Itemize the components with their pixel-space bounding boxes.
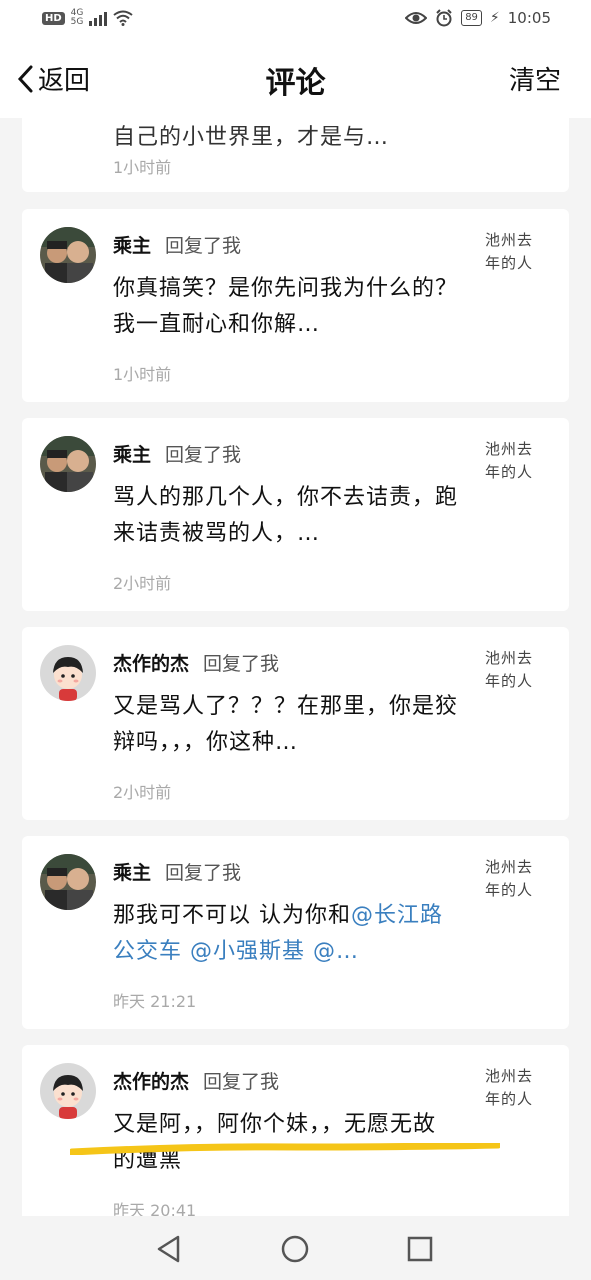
comment-card[interactable]: 乘主 回复了我 那我可不可以 认为你和@长江路公交车 @小强斯基 @… 昨天 2…	[22, 836, 569, 1029]
comment-content: 骂人的那几个人，你不去诘责，跑来诘责被骂的人，…	[113, 485, 459, 546]
comment-card[interactable]: 杰作的杰 回复了我 又是骂人了？？？在那里，你是狡辩吗，，，你这种… 2小时前 …	[22, 627, 569, 820]
avatar[interactable]	[40, 436, 96, 492]
nav-home-icon[interactable]	[280, 1234, 310, 1264]
header: 返回 评论 清空	[0, 42, 591, 118]
eye-icon	[405, 12, 428, 24]
page-title: 评论	[265, 66, 326, 101]
comment-card[interactable]: 乘主 回复了我 骂人的那几个人，你不去诘责，跑来诘责被骂的人，… 2小时前 池州…	[22, 418, 569, 611]
comment-content: 你真搞笑？是你先问我为什么的？我一直耐心和你解…	[113, 276, 459, 337]
alarm-icon	[436, 9, 452, 27]
user-name[interactable]: 乘主	[113, 440, 151, 467]
avatar[interactable]	[40, 854, 96, 910]
comment-card[interactable]: 乘主 回复了我 你真搞笑？是你先问我为什么的？我一直耐心和你解… 1小时前 池州…	[22, 209, 569, 402]
comment-content: 又是骂人了？？？在那里，你是狡辩吗，，，你这种…	[113, 694, 459, 755]
comment-card[interactable]: 杰作的杰 回复了我 又是阿，，阿你个妹，，无愿无故的遭黑 昨天 20:41 池州…	[22, 1045, 569, 1216]
status-bar: HD 4G 5G 89 ⚡ 10:05	[0, 0, 591, 42]
battery-icon: 89	[461, 10, 482, 26]
referenced-post[interactable]: 池州去年的人 …	[485, 229, 541, 287]
highlight-stroke	[70, 1143, 500, 1155]
clear-button[interactable]: 清空	[509, 60, 561, 97]
avatar[interactable]	[40, 645, 96, 701]
reply-action: 回复了我	[203, 653, 280, 675]
referenced-post[interactable]: 池州去年的人 …	[485, 1065, 541, 1123]
clock: 10:05	[507, 9, 551, 27]
reply-action: 回复了我	[203, 1071, 280, 1093]
reply-action: 回复了我	[165, 444, 242, 466]
comment-time: 昨天 21:21	[113, 992, 197, 1011]
comment-list: 自己的小世界里，才是与… 1小时前 乘主 回复了我 你真搞笑？是你先问我为什么的…	[0, 118, 591, 1216]
user-name[interactable]: 杰作的杰	[113, 649, 189, 676]
hd-badge: HD	[42, 11, 65, 25]
wifi-icon	[113, 10, 133, 26]
referenced-post[interactable]: 池州去年的人 …	[485, 438, 541, 496]
reply-action: 回复了我	[165, 862, 242, 884]
network-sub-label: 5G	[70, 17, 84, 27]
avatar[interactable]	[40, 227, 96, 283]
comment-card[interactable]: 自己的小世界里，才是与… 1小时前	[22, 118, 569, 192]
avatar[interactable]	[40, 1063, 96, 1119]
comment-time: 昨天 20:41	[113, 1201, 197, 1216]
user-name[interactable]: 杰作的杰	[113, 1067, 189, 1094]
user-name[interactable]: 乘主	[113, 231, 151, 258]
nav-recents-icon[interactable]	[405, 1234, 435, 1264]
network-type: 4G 5G	[71, 9, 84, 27]
nav-back-icon[interactable]	[154, 1234, 184, 1264]
comment-content: 那我可不可以 认为你和@长江路公交车 @小强斯基 @…	[113, 898, 458, 970]
referenced-post[interactable]: 池州去年的人 …	[485, 647, 541, 705]
user-name[interactable]: 乘主	[113, 858, 151, 885]
system-nav-bar	[0, 1216, 591, 1280]
charging-icon: ⚡	[489, 10, 500, 26]
comment-text: 那我可不可以 认为你和	[113, 903, 351, 928]
reply-action: 回复了我	[165, 235, 242, 257]
comment-time: 1小时前	[113, 365, 172, 384]
comment-time: 1小时前	[113, 158, 172, 177]
comment-time: 2小时前	[113, 783, 172, 802]
comment-time: 2小时前	[113, 574, 172, 593]
signal-icon	[89, 10, 108, 26]
comment-content: 自己的小世界里，才是与…	[113, 125, 390, 150]
referenced-post[interactable]: 池州去年的人 …	[485, 856, 541, 914]
